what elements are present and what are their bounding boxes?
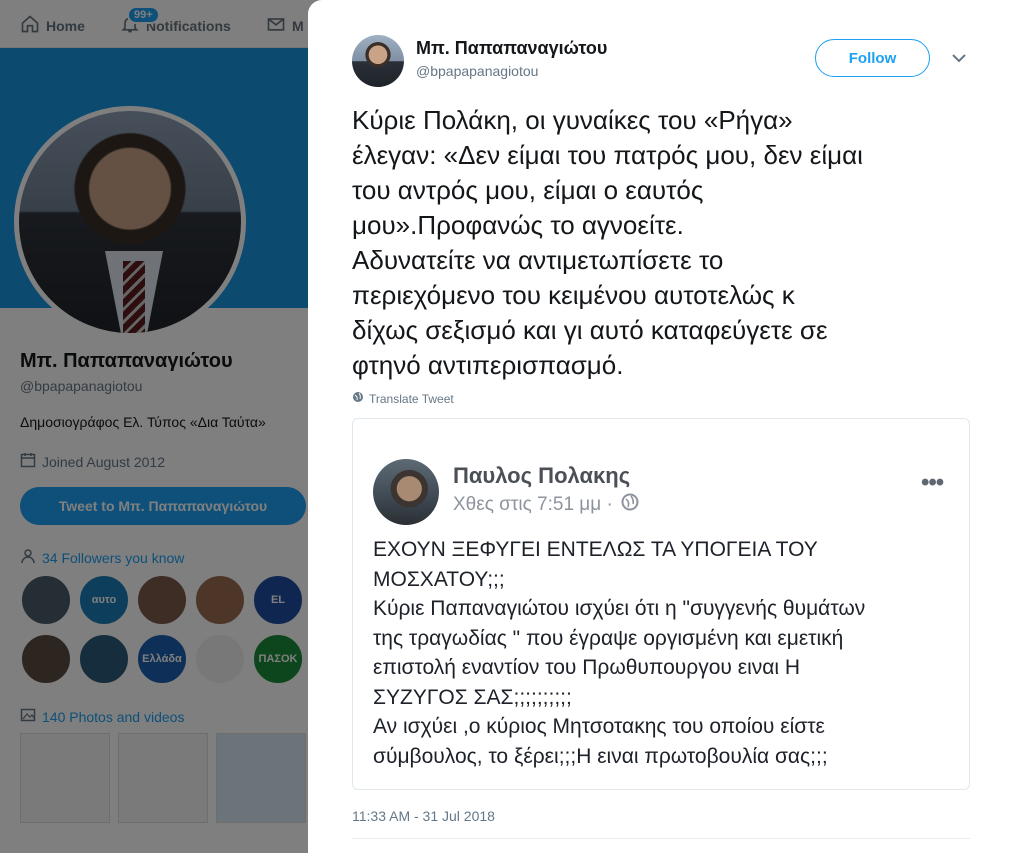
facebook-post-author: Παυλος Πολακης xyxy=(453,463,631,488)
author-handle[interactable]: @bpapapanagiotou xyxy=(416,63,538,79)
tweet-text: Κύριε Πολάκη, οι γυναίκες του «Ρήγα» έλε… xyxy=(352,105,863,380)
facebook-post-time: Χθες στις 7:51 μμ · xyxy=(453,493,639,517)
author-name[interactable]: Μπ. Παπαπαναγιώτου xyxy=(416,38,607,59)
tweet-modal: Μπ. Παπαπαναγιώτου @bpapapanagiotou Foll… xyxy=(308,0,1010,853)
translate-tweet-label: Translate Tweet xyxy=(369,391,454,406)
more-options-icon: ••• xyxy=(921,469,944,496)
tweet-timestamp[interactable]: 11:33 AM - 31 Jul 2018 xyxy=(352,808,495,824)
author-avatar[interactable] xyxy=(352,35,404,87)
globe-icon xyxy=(352,391,364,406)
globe-icon xyxy=(621,493,639,517)
embedded-facebook-post[interactable]: Παυλος Πολακης Χθες στις 7:51 μμ · ••• Ε… xyxy=(352,418,970,790)
facebook-post-time-label: Χθες στις 7:51 μμ · xyxy=(453,494,613,515)
facebook-post-text: ΕΧΟΥΝ ΞΕΦΥΓΕΙ ΕΝΤΕΛΩΣ ΤΑ ΥΠΟΓΕΙΑ ΤΟΥ ΜΟΣ… xyxy=(373,538,866,768)
chevron-down-icon[interactable] xyxy=(949,48,969,68)
follow-button[interactable]: Follow xyxy=(815,39,930,77)
divider xyxy=(352,838,970,839)
facebook-avatar xyxy=(373,459,439,525)
translate-tweet-link[interactable]: Translate Tweet xyxy=(352,391,454,406)
